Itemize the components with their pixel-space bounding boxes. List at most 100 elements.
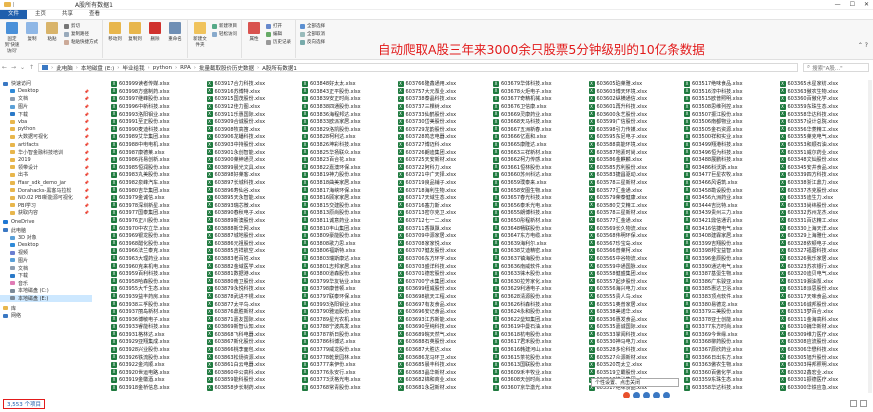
breadcrumb-separator[interactable]: › (175, 65, 177, 71)
sidebar-item[interactable]: ffasr_sdk_demo_jar 📌 (0, 179, 92, 187)
breadcrumb-separator[interactable]: › (148, 65, 150, 71)
file-item[interactable]: X 603977国泰集团.xlsx (111, 209, 207, 217)
file-item[interactable]: X 603886元祖股份.xlsx (206, 239, 303, 247)
file-item[interactable]: X 603839安正时尚.xlsx (302, 95, 398, 103)
file-item[interactable]: X 603790雅运股份.xlsx (302, 308, 398, 316)
pin-icon[interactable]: 📌 (84, 157, 89, 162)
file-item[interactable]: X 603920世运电路.xlsx (111, 369, 207, 377)
file-item[interactable]: X 603379三美股份.xlsx (684, 308, 780, 316)
breadcrumb-item[interactable]: python (153, 65, 172, 71)
file-item[interactable]: X 603579荣泰健康.xlsx (588, 194, 685, 202)
file-item[interactable]: X 603607京华激光.xlsx (493, 384, 589, 392)
file-item[interactable]: X 603786科博达.xlsx (302, 338, 398, 346)
file-item[interactable]: X 603960克来机电.xlsx (111, 262, 207, 270)
file-item[interactable]: X 603686龙马环卫.xlsx (397, 353, 494, 361)
invert-selection-button[interactable]: 反向选择 (300, 39, 325, 45)
copy-to-button[interactable]: 复制到 (127, 22, 143, 56)
file-item[interactable]: X 603810丰山集团.xlsx (302, 224, 398, 232)
breadcrumb-separator[interactable]: › (117, 65, 119, 71)
pin-icon[interactable]: 📌 (84, 96, 89, 101)
file-item[interactable]: X 603359东珠生态.xlsx (779, 103, 872, 111)
file-item[interactable]: X 603880南卫股份.xlsx (206, 277, 303, 285)
file-item[interactable]: X 603638艾迪精密.xlsx (493, 247, 589, 255)
file-item[interactable]: X 603867新化股份.xlsx (206, 338, 303, 346)
sidebar-item[interactable]: 网络 (0, 312, 92, 320)
tab-view[interactable]: 查看 (81, 10, 108, 19)
file-item[interactable]: X 603908牧高笛.xlsx (206, 126, 303, 134)
file-item[interactable]: X 603506南都物业.xlsx (684, 118, 780, 126)
file-item[interactable]: X 603657春光科技.xlsx (493, 194, 589, 202)
file-item[interactable]: X 603955大千生态.xlsx (111, 285, 207, 293)
file-item[interactable]: X 603383顶点软件.xlsx (684, 293, 780, 301)
vertical-scrollbar[interactable] (868, 80, 872, 393)
file-item[interactable]: X 603779威龙股份.xlsx (302, 346, 398, 354)
file-item[interactable]: X 603515欧普照明.xlsx (684, 95, 780, 103)
file-item[interactable]: X 603931格林达.xlsx (111, 331, 207, 339)
file-item[interactable]: X 603863松炀资源.xlsx (206, 353, 303, 361)
file-item[interactable]: X 603668天马科技.xlsx (493, 118, 589, 126)
file-item[interactable]: X 603766隆鑫通用.xlsx (397, 80, 494, 88)
file-item[interactable]: X 603356华菱精工.xlsx (779, 126, 872, 134)
file-item[interactable]: X 603868飞科电器.xlsx (206, 331, 303, 339)
file-item[interactable]: X 603588高能环境.xlsx (588, 141, 685, 149)
select-none-button[interactable]: 全部取消 (300, 31, 325, 37)
file-item[interactable]: X 603368柳药股份.xlsx (684, 338, 780, 346)
sidebar-item[interactable]: 下载 (0, 272, 92, 280)
file-item[interactable]: X 603828柯利达.xlsx (302, 133, 398, 141)
file-item[interactable]: X 603718海利生物.xlsx (397, 186, 494, 194)
file-item[interactable]: X 603559中通国脉.xlsx (588, 262, 685, 270)
file-item[interactable]: X 603348文灿股份.xlsx (779, 156, 872, 164)
file-item[interactable]: X 603585苏利股份.xlsx (588, 164, 685, 172)
file-item[interactable]: X 603351威尔药业.xlsx (779, 148, 872, 156)
forward-icon[interactable]: → (9, 64, 18, 71)
file-item[interactable]: X 603733仙鹤股份.xlsx (397, 110, 494, 118)
file-item[interactable]: X 603803瑞斯康达.xlsx (302, 255, 398, 263)
file-item[interactable]: X 603387基蛋生物.xlsx (684, 270, 780, 278)
file-item[interactable]: X 603893瑞芯微.xlsx (206, 202, 303, 210)
file-item[interactable]: X 603390通达电气.xlsx (684, 262, 780, 270)
file-item[interactable]: X 603601再升科技.xlsx (588, 103, 685, 111)
file-item[interactable]: X 603933睿能科技.xlsx (111, 323, 207, 331)
file-item[interactable]: X 603369今世缘.xlsx (684, 331, 780, 339)
file-item[interactable]: X 603917合力科技.xlsx (206, 80, 303, 88)
sidebar-item[interactable]: 图片 (0, 257, 92, 265)
file-item[interactable]: X 603879永悦科技.xlsx (206, 285, 303, 293)
file-item[interactable]: X 603637镇海股份.xlsx (493, 255, 589, 263)
file-item[interactable]: X 603707健友股份.xlsx (397, 247, 494, 255)
file-item[interactable]: X 603661恒林股份.xlsx (493, 164, 589, 172)
new-folder-button[interactable]: 新建文件夹 (192, 22, 208, 56)
file-item[interactable]: X 603833欧派家居.xlsx (302, 118, 398, 126)
file-item[interactable]: X 603869新智认知.xlsx (206, 323, 303, 331)
file-item[interactable]: X 603996中新科技.xlsx (111, 103, 207, 111)
file-item[interactable]: X 603505金石资源.xlsx (684, 126, 780, 134)
move-to-button[interactable]: 移动到 (107, 22, 123, 56)
file-item[interactable]: X 603909合诚股份.xlsx (206, 118, 303, 126)
file-item[interactable]: X 603682锦和商业.xlsx (397, 376, 494, 384)
tab-share[interactable]: 共享 (54, 10, 81, 19)
file-item[interactable]: X 603323苏农银行.xlsx (779, 262, 872, 270)
file-item[interactable]: X 603969银龙股份.xlsx (111, 232, 207, 240)
file-item[interactable]: X 603706东方环宇.xlsx (397, 255, 494, 263)
file-item[interactable]: X 603721中广天择.xlsx (397, 171, 494, 179)
file-item[interactable]: X 603656泰禾光电.xlsx (493, 202, 589, 210)
file-item[interactable]: X 603690至纯科技.xlsx (397, 323, 494, 331)
file-item[interactable]: X 603302鑫宏业.xlsx (779, 369, 872, 377)
file-item[interactable]: X 603978深圳新星.xlsx (111, 202, 207, 210)
sidebar-item[interactable]: 华小智金融科技培训 📌 (0, 148, 92, 156)
pin-icon[interactable]: 📌 (84, 134, 89, 139)
file-item[interactable]: X 603499翔港科技.xlsx (684, 141, 780, 149)
file-item[interactable]: X 603665康隆达.xlsx (493, 141, 589, 149)
file-item[interactable]: X 603421鼎信通讯.xlsx (684, 217, 780, 225)
file-item[interactable]: X 603303得邦照明.xlsx (779, 361, 872, 369)
file-item[interactable]: X 603985恒润股份.xlsx (111, 164, 207, 172)
file-item[interactable]: X 603477巨星农牧.xlsx (684, 171, 780, 179)
sidebar-item[interactable]: 此电脑 (0, 226, 92, 234)
tab-file[interactable]: 文件 (0, 10, 28, 19)
file-item[interactable]: X 603859能科股份.xlsx (206, 376, 303, 384)
file-item[interactable]: X 603595东尼电子.xlsx (588, 133, 685, 141)
pin-icon[interactable]: 📌 (84, 142, 89, 147)
file-item[interactable]: X 603662柯力传感.xlsx (493, 156, 589, 164)
file-item[interactable]: X 603843正平股份.xlsx (302, 88, 398, 96)
file-item[interactable]: X 603533掌阅科技.xlsx (588, 331, 685, 339)
file-item[interactable]: X 603360百傲化学.xlsx (779, 95, 872, 103)
